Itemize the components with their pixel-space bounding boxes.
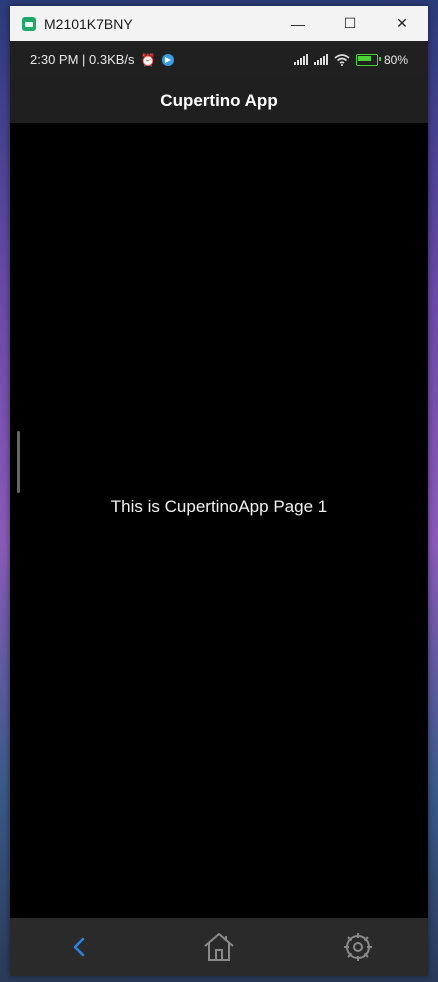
page-body-text: This is CupertinoApp Page 1 bbox=[110, 497, 328, 516]
wifi-icon bbox=[334, 53, 350, 66]
telegram-icon bbox=[161, 53, 174, 66]
tab-settings[interactable] bbox=[328, 918, 388, 976]
settings-icon bbox=[344, 933, 373, 961]
signal-icon bbox=[293, 54, 308, 65]
alarm-icon: ⏰ bbox=[140, 52, 156, 67]
window-controls: — ☐ ✕ bbox=[272, 6, 428, 41]
minimize-button[interactable]: — bbox=[272, 6, 324, 41]
signal-icon-2 bbox=[313, 54, 328, 65]
status-left: 2:30 PM | 0.3KB/s ⏰ bbox=[30, 52, 174, 67]
battery-icon bbox=[355, 53, 381, 66]
window-title: M2101K7BNY bbox=[44, 15, 133, 32]
side-drag-handle[interactable] bbox=[17, 431, 20, 493]
close-button[interactable]: ✕ bbox=[376, 6, 428, 41]
android-app-icon bbox=[22, 16, 36, 31]
window-titlebar: M2101K7BNY — ☐ ✕ bbox=[10, 6, 428, 41]
tab-back[interactable] bbox=[50, 918, 110, 976]
status-time-speed: 2:30 PM | 0.3KB/s bbox=[30, 52, 135, 67]
back-chevron-icon bbox=[73, 937, 84, 957]
cupertino-tab-bar bbox=[10, 918, 428, 976]
tab-home[interactable] bbox=[189, 918, 249, 976]
page-title: Cupertino App bbox=[160, 90, 278, 110]
cupertino-nav-bar: Cupertino App bbox=[10, 78, 428, 123]
home-icon bbox=[204, 933, 234, 961]
emulator-window: M2101K7BNY — ☐ ✕ 2:30 PM | 0.3KB/s ⏰ 80%… bbox=[10, 6, 428, 976]
battery-percent: 80% bbox=[383, 52, 408, 67]
maximize-button[interactable]: ☐ bbox=[324, 6, 376, 41]
status-right: 80% bbox=[293, 41, 408, 78]
phone-status-bar: 2:30 PM | 0.3KB/s ⏰ 80% bbox=[10, 41, 428, 78]
page-content: This is CupertinoApp Page 1 bbox=[10, 123, 428, 917]
